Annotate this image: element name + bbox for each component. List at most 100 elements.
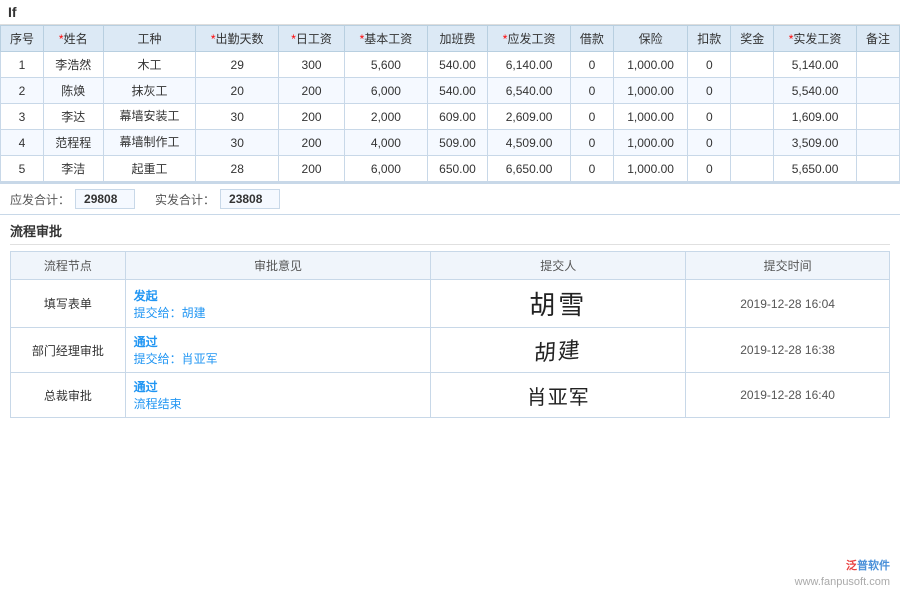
approval-col-node: 流程节点 xyxy=(11,252,126,280)
col-seq: 序号 xyxy=(1,26,44,52)
table-cell: 609.00 xyxy=(427,104,488,130)
opinion-main: 通过 xyxy=(134,380,158,394)
table-cell: 2,000 xyxy=(345,104,428,130)
table-cell: 6,140.00 xyxy=(488,52,571,78)
opinion-main: 发起 xyxy=(134,289,158,303)
col-actualpay: *实发工资 xyxy=(774,26,857,52)
table-cell: 30 xyxy=(196,130,279,156)
table-cell: 6,540.00 xyxy=(488,78,571,104)
opinion-sub: 提交给：肖亚军 xyxy=(134,352,218,366)
table-cell: 幕墙制作工 xyxy=(103,130,196,156)
col-bonus: 奖金 xyxy=(731,26,774,52)
should-pay-label: 应发合计： xyxy=(10,191,70,208)
table-cell xyxy=(731,78,774,104)
table-cell: 起重工 xyxy=(103,156,196,182)
table-cell: 1 xyxy=(1,52,44,78)
col-overtime: 加班费 xyxy=(427,26,488,52)
table-cell xyxy=(731,104,774,130)
salary-table: 序号 *姓名 工种 *出勤天数 *日工资 *基本工资 加班费 *应发工资 借款 … xyxy=(0,25,900,182)
opinion-sub: 流程结束 xyxy=(134,397,182,411)
approval-row: 部门经理审批通过提交给：肖亚军 胡建 2019-12-28 16:38 xyxy=(11,328,890,373)
table-cell: 0 xyxy=(688,52,731,78)
table-cell: 29 xyxy=(196,52,279,78)
opinion-main: 通过 xyxy=(134,335,158,349)
approval-submitter-cell: 肖亚军 xyxy=(431,373,686,418)
approval-opinion-cell: 发起提交给：胡建 xyxy=(125,280,431,328)
should-pay-value: 29808 xyxy=(75,189,135,209)
approval-title: 流程审批 xyxy=(10,221,890,245)
table-cell: 木工 xyxy=(103,52,196,78)
approval-col-submitter: 提交人 xyxy=(431,252,686,280)
table-cell: 28 xyxy=(196,156,279,182)
approval-opinion-cell: 通过流程结束 xyxy=(125,373,431,418)
summary-row: 应发合计： 29808 实发合计： 23808 xyxy=(0,184,900,215)
col-basewage: *基本工资 xyxy=(345,26,428,52)
table-cell: 0 xyxy=(570,78,613,104)
table-header-row: 序号 *姓名 工种 *出勤天数 *日工资 *基本工资 加班费 *应发工资 借款 … xyxy=(1,26,900,52)
table-cell xyxy=(856,52,899,78)
approval-col-time: 提交时间 xyxy=(686,252,890,280)
watermark: 泛普泛普软件软件 www.fanpusoft.com xyxy=(795,559,890,590)
table-cell: 陈焕 xyxy=(43,78,103,104)
col-deduct: 扣款 xyxy=(688,26,731,52)
actual-pay-summary: 实发合计： 23808 xyxy=(155,189,280,209)
approval-time-cell: 2019-12-28 16:04 xyxy=(686,280,890,328)
table-cell: 6,650.00 xyxy=(488,156,571,182)
approval-header-row: 流程节点 审批意见 提交人 提交时间 xyxy=(11,252,890,280)
table-cell: 200 xyxy=(279,104,345,130)
col-name: *姓名 xyxy=(43,26,103,52)
table-cell: 20 xyxy=(196,78,279,104)
table-cell xyxy=(856,104,899,130)
table-cell: 1,000.00 xyxy=(613,52,687,78)
table-cell: 4,509.00 xyxy=(488,130,571,156)
table-cell: 0 xyxy=(570,104,613,130)
table-cell: 300 xyxy=(279,52,345,78)
table-cell: 200 xyxy=(279,156,345,182)
table-cell: 0 xyxy=(688,130,731,156)
table-cell: 1,609.00 xyxy=(774,104,857,130)
table-cell: 5,540.00 xyxy=(774,78,857,104)
table-cell: 4 xyxy=(1,130,44,156)
col-insurance: 保险 xyxy=(613,26,687,52)
table-cell xyxy=(731,52,774,78)
table-cell: 李浩然 xyxy=(43,52,103,78)
opinion-sub: 提交给：胡建 xyxy=(134,306,206,320)
table-cell: 0 xyxy=(570,156,613,182)
approval-table: 流程节点 审批意见 提交人 提交时间 填写表单发起提交给：胡建胡雪2019-12… xyxy=(10,251,890,418)
signature: 胡建 xyxy=(533,332,583,368)
approval-time-cell: 2019-12-28 16:40 xyxy=(686,373,890,418)
table-cell: 1,000.00 xyxy=(613,104,687,130)
table-cell: 范程程 xyxy=(43,130,103,156)
table-row: 3李达幕墙安装工302002,000609.002,609.0001,000.0… xyxy=(1,104,900,130)
table-cell: 6,000 xyxy=(345,78,428,104)
watermark-url: www.fanpusoft.com xyxy=(795,575,890,590)
table-cell: 0 xyxy=(688,104,731,130)
table-cell: 1,000.00 xyxy=(613,130,687,156)
table-row: 4范程程幕墙制作工302004,000509.004,509.0001,000.… xyxy=(1,130,900,156)
table-cell: 3,509.00 xyxy=(774,130,857,156)
table-cell: 李达 xyxy=(43,104,103,130)
table-cell: 540.00 xyxy=(427,78,488,104)
table-cell: 5,600 xyxy=(345,52,428,78)
table-cell xyxy=(731,156,774,182)
approval-time-cell: 2019-12-28 16:38 xyxy=(686,328,890,373)
table-cell: 30 xyxy=(196,104,279,130)
salary-section: 序号 *姓名 工种 *出勤天数 *日工资 *基本工资 加班费 *应发工资 借款 … xyxy=(0,25,900,184)
table-cell: 650.00 xyxy=(427,156,488,182)
table-row: 2陈焕抹灰工202006,000540.006,540.0001,000.000… xyxy=(1,78,900,104)
table-cell: 2,609.00 xyxy=(488,104,571,130)
table-cell xyxy=(856,130,899,156)
table-cell xyxy=(731,130,774,156)
col-shouldpay: *应发工资 xyxy=(488,26,571,52)
table-row: 5李洁起重工282006,000650.006,650.0001,000.000… xyxy=(1,156,900,182)
watermark-brand: 泛普泛普软件软件 xyxy=(795,559,890,574)
table-cell: 5,650.00 xyxy=(774,156,857,182)
table-cell: 0 xyxy=(570,52,613,78)
table-cell: 李洁 xyxy=(43,156,103,182)
table-cell: 0 xyxy=(688,156,731,182)
approval-submitter-cell: 胡雪 xyxy=(431,280,686,328)
approval-row: 总裁审批通过流程结束肖亚军2019-12-28 16:40 xyxy=(11,373,890,418)
approval-row: 填写表单发起提交给：胡建胡雪2019-12-28 16:04 xyxy=(11,280,890,328)
approval-node-cell: 部门经理审批 xyxy=(11,328,126,373)
approval-node-cell: 填写表单 xyxy=(11,280,126,328)
